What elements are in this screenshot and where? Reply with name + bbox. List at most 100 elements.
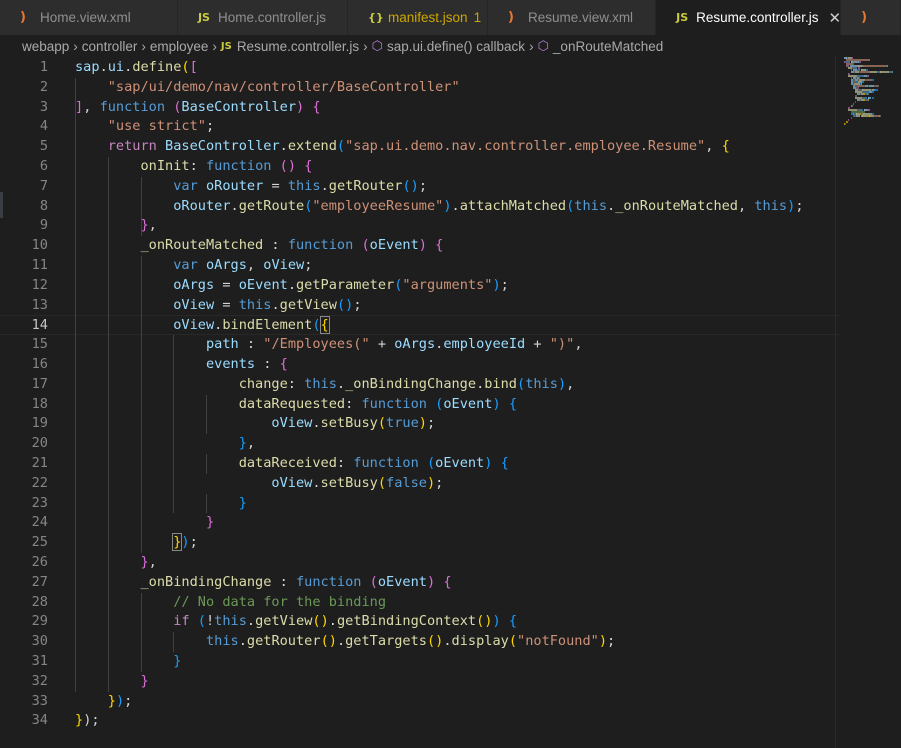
breadcrumb-item-file[interactable]: Resume.controller.js <box>237 39 359 54</box>
symbol-method-icon: ⬡ <box>371 38 383 53</box>
code-text: "use strict"; <box>107 118 215 135</box>
minimap-token <box>850 117 852 119</box>
tab-label: Home.controller.js <box>217 10 326 25</box>
code-line[interactable]: 15 path : "/Employees(" + oArgs.employee… <box>0 335 840 355</box>
code-line[interactable]: 20 }, <box>0 434 840 454</box>
tab-resume-view-xml[interactable]: ) Resume.view.xml <box>488 0 657 35</box>
breadcrumb-item-method[interactable]: _onRouteMatched <box>553 39 663 54</box>
breadcrumb: webapp › controller › employee › JS Resu… <box>0 35 901 57</box>
line-number: 10 <box>31 237 48 254</box>
line-number: 5 <box>39 138 48 155</box>
minimap-token <box>880 71 889 73</box>
minimap-token <box>851 105 853 107</box>
tab-label: Resume.view.xml <box>528 10 634 25</box>
indent-guide <box>75 77 76 692</box>
code-line[interactable]: 21 dataReceived: function (oEvent) { <box>0 454 840 474</box>
chevron-right-icon: › <box>141 38 146 54</box>
code-text: }, <box>238 435 256 452</box>
code-text: oRouter.getRoute("employeeResume").attac… <box>173 197 804 214</box>
code-line[interactable]: 5 return BaseController.extend("sap.ui.d… <box>0 137 840 157</box>
code-line[interactable]: 19 oView.setBusy(true); <box>0 414 840 434</box>
code-line[interactable]: 1 sap.ui.define([ <box>0 58 840 78</box>
minimap-token <box>867 93 869 95</box>
line-number: 28 <box>31 593 48 610</box>
code-text: sap.ui.define([ <box>75 59 198 75</box>
code-line[interactable]: 4 "use strict"; <box>0 117 840 137</box>
line-number: 33 <box>31 692 48 709</box>
tab-resume-controller-js[interactable]: JS Resume.controller.js ✕ <box>656 0 842 35</box>
code-line[interactable]: 28 // No data for the binding <box>0 593 840 613</box>
code-text: }, <box>140 217 157 234</box>
code-line[interactable]: 14 oView.bindElement({ <box>0 315 840 336</box>
indent-guide <box>140 256 142 553</box>
code-line[interactable]: 30 this.getRouter().getTargets().display… <box>0 632 840 652</box>
indent-guide <box>140 176 142 237</box>
line-number: 1 <box>39 59 48 75</box>
tab-manifest-json[interactable]: {} manifest.json 1 <box>348 0 489 35</box>
code-line[interactable]: 17 change: this._onBindingChange.bind(th… <box>0 375 840 395</box>
line-number: 30 <box>31 633 48 650</box>
code-line[interactable]: 25 }); <box>0 533 840 553</box>
code-line[interactable]: 11 var oArgs, oView; <box>0 256 840 276</box>
close-icon[interactable]: ✕ <box>828 9 841 27</box>
minimap-token <box>862 65 887 67</box>
code-line[interactable]: 27 _onBindingChange : function (oEvent) … <box>0 573 840 593</box>
line-number: 13 <box>31 296 48 313</box>
line-number: 14 <box>31 317 48 334</box>
minimap-token <box>873 91 875 93</box>
code-text: oView.bindElement({ <box>173 316 330 335</box>
breadcrumb-item-employee[interactable]: employee <box>150 39 209 54</box>
tab-home-controller-js[interactable]: JS Home.controller.js <box>177 0 349 35</box>
code-text: }, <box>140 554 157 570</box>
tab-home-view-xml[interactable]: ) Home.view.xml <box>0 0 178 35</box>
code-line[interactable]: 18 dataRequested: function (oEvent) { <box>0 395 840 415</box>
code-line[interactable]: 24 } <box>0 513 840 533</box>
line-number: 8 <box>39 197 48 214</box>
line-number: 4 <box>39 118 48 135</box>
code-line[interactable]: 22 oView.setBusy(false); <box>0 474 840 494</box>
code-line[interactable]: 9 }, <box>0 216 840 236</box>
code-line[interactable]: 26 }, <box>0 553 840 573</box>
line-number: 17 <box>31 375 48 392</box>
code-line[interactable]: 31 } <box>0 652 840 672</box>
problem-count-badge: 1 <box>473 10 482 25</box>
code-line[interactable]: 29 if (!this.getView().getBindingContext… <box>0 612 840 632</box>
code-text: }); <box>75 712 100 729</box>
code-text: change: this._onBindingChange.bind(this)… <box>238 375 575 392</box>
code-line[interactable]: 12 oArgs = oEvent.getParameter("argument… <box>0 276 840 296</box>
code-editor[interactable]: 1 sap.ui.define([ 2 "sap/ui/demo/nav/contr… <box>0 57 901 748</box>
code-line[interactable]: 3 ], function (BaseController) { <box>0 98 840 118</box>
minimap-token <box>862 81 864 83</box>
code-line[interactable]: 2 "sap/ui/demo/nav/controller/BaseContro… <box>0 78 840 98</box>
code-text: ], function (BaseController) { <box>75 98 321 115</box>
line-number: 3 <box>39 98 48 115</box>
breadcrumb-item-callback[interactable]: sap.ui.define() callback <box>387 39 525 54</box>
line-number: 23 <box>31 494 48 511</box>
rss-icon: ) <box>861 10 868 25</box>
code-line[interactable]: 7 var oRouter = this.getRouter(); <box>0 177 840 197</box>
line-number: 7 <box>39 177 48 194</box>
code-line[interactable]: 34}); <box>0 711 840 731</box>
code-line[interactable]: 8 oRouter.getRoute("employeeResume").att… <box>0 197 840 217</box>
breadcrumb-item-webapp[interactable]: webapp <box>22 39 69 54</box>
code-line[interactable]: 6 onInit: function () { <box>0 157 840 177</box>
tab-overflow[interactable]: ) <box>841 0 901 35</box>
code-line[interactable]: 33 }); <box>0 692 840 712</box>
code-line[interactable]: 32 } <box>0 672 840 692</box>
line-number: 6 <box>39 158 48 174</box>
code-text: this.getRouter().getTargets().display("n… <box>205 633 616 650</box>
code-line[interactable]: 16 events : { <box>0 355 840 375</box>
symbol-method-icon: ⬡ <box>537 38 549 53</box>
minimap-token <box>877 85 879 87</box>
line-number: 26 <box>31 554 48 570</box>
line-number: 24 <box>31 514 48 531</box>
code-line[interactable]: 10 _onRouteMatched : function (oEvent) { <box>0 236 840 256</box>
code-text: }); <box>107 692 133 709</box>
code-line[interactable]: 23 } <box>0 494 840 514</box>
breadcrumb-item-controller[interactable]: controller <box>82 39 138 54</box>
line-number: 18 <box>31 395 48 412</box>
minimap-token <box>859 61 861 63</box>
minimap[interactable] <box>838 57 901 137</box>
code-line[interactable]: 13 oView = this.getView(); <box>0 296 840 316</box>
indent-guide <box>206 414 208 435</box>
